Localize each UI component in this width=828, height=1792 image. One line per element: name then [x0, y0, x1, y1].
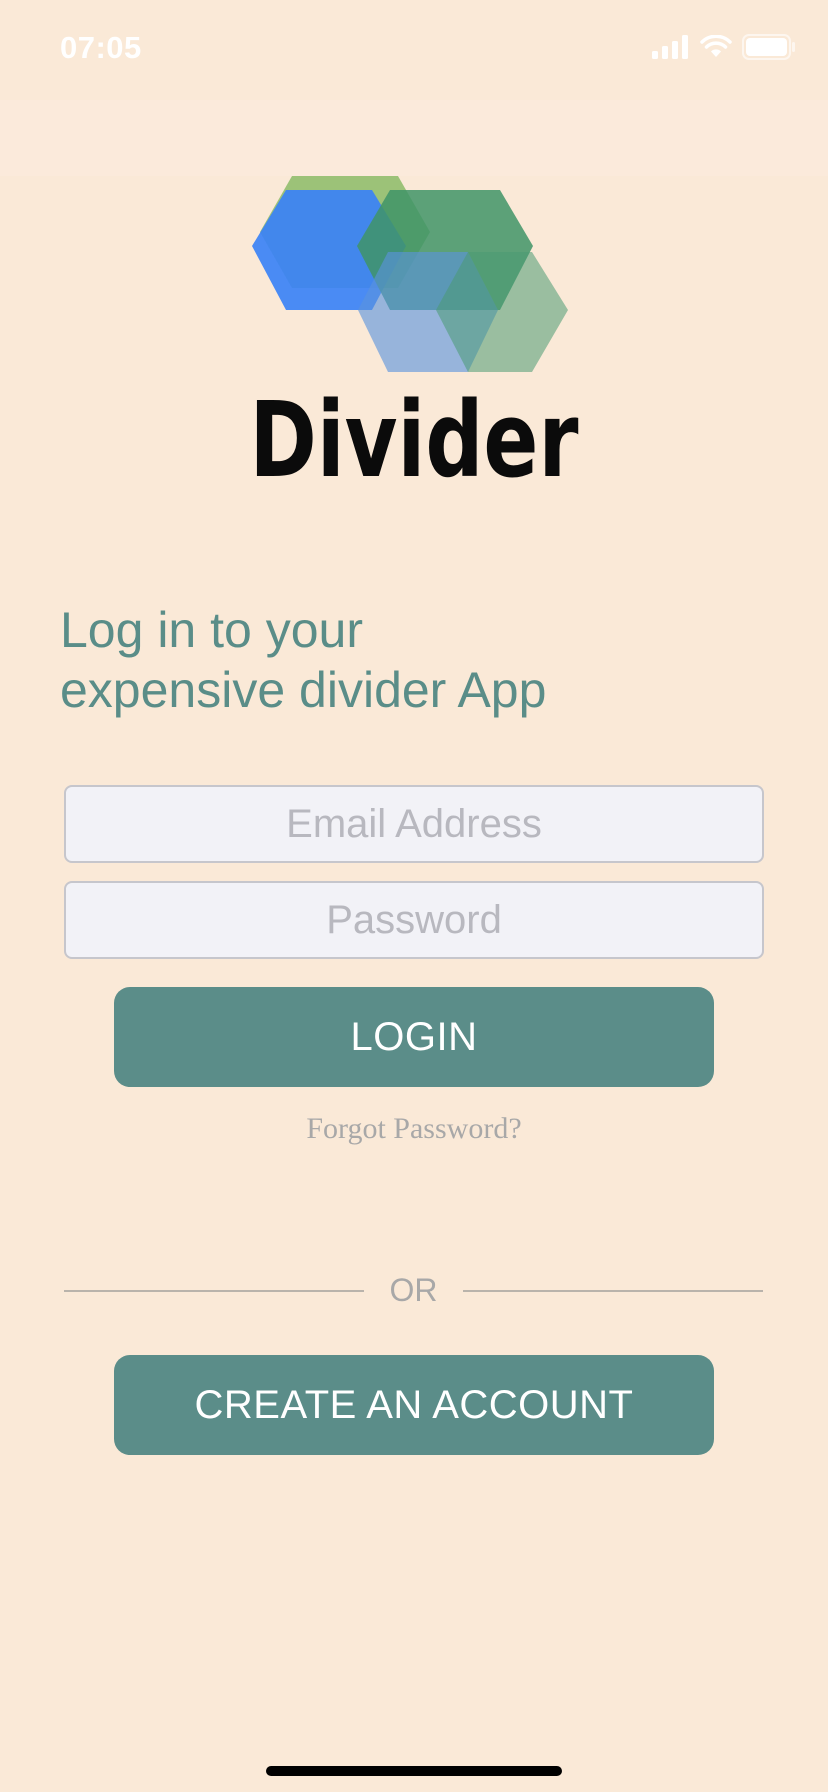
- headline: Log in to your expensive divider App: [60, 600, 780, 720]
- login-button[interactable]: LOGIN: [114, 987, 714, 1087]
- status-bar: 07:05: [0, 0, 828, 100]
- brand-name: Divider: [249, 379, 579, 501]
- create-account-button[interactable]: CREATE AN ACCOUNT: [114, 1355, 714, 1455]
- login-button-label: LOGIN: [350, 1014, 478, 1059]
- wifi-icon: [700, 35, 732, 57]
- headline-line-2: expensive divider App: [60, 662, 547, 718]
- signal-bars-icon: [652, 35, 688, 59]
- or-divider-label: OR: [389, 1272, 438, 1308]
- home-indicator[interactable]: [266, 1766, 562, 1776]
- password-field[interactable]: [64, 881, 764, 959]
- email-field[interactable]: [64, 785, 764, 863]
- status-time: 07:05: [60, 30, 142, 65]
- divider-line-left: [64, 1290, 364, 1292]
- battery-icon: [742, 34, 795, 60]
- status-icons: [652, 34, 796, 60]
- create-account-button-label: CREATE AN ACCOUNT: [194, 1382, 634, 1427]
- header-band: [0, 100, 828, 176]
- headline-line-1: Log in to your: [60, 602, 363, 658]
- forgot-password-link[interactable]: Forgot Password?: [0, 1112, 828, 1146]
- divider-line-right: [463, 1290, 763, 1292]
- hexagon-logo-icon: [250, 172, 575, 372]
